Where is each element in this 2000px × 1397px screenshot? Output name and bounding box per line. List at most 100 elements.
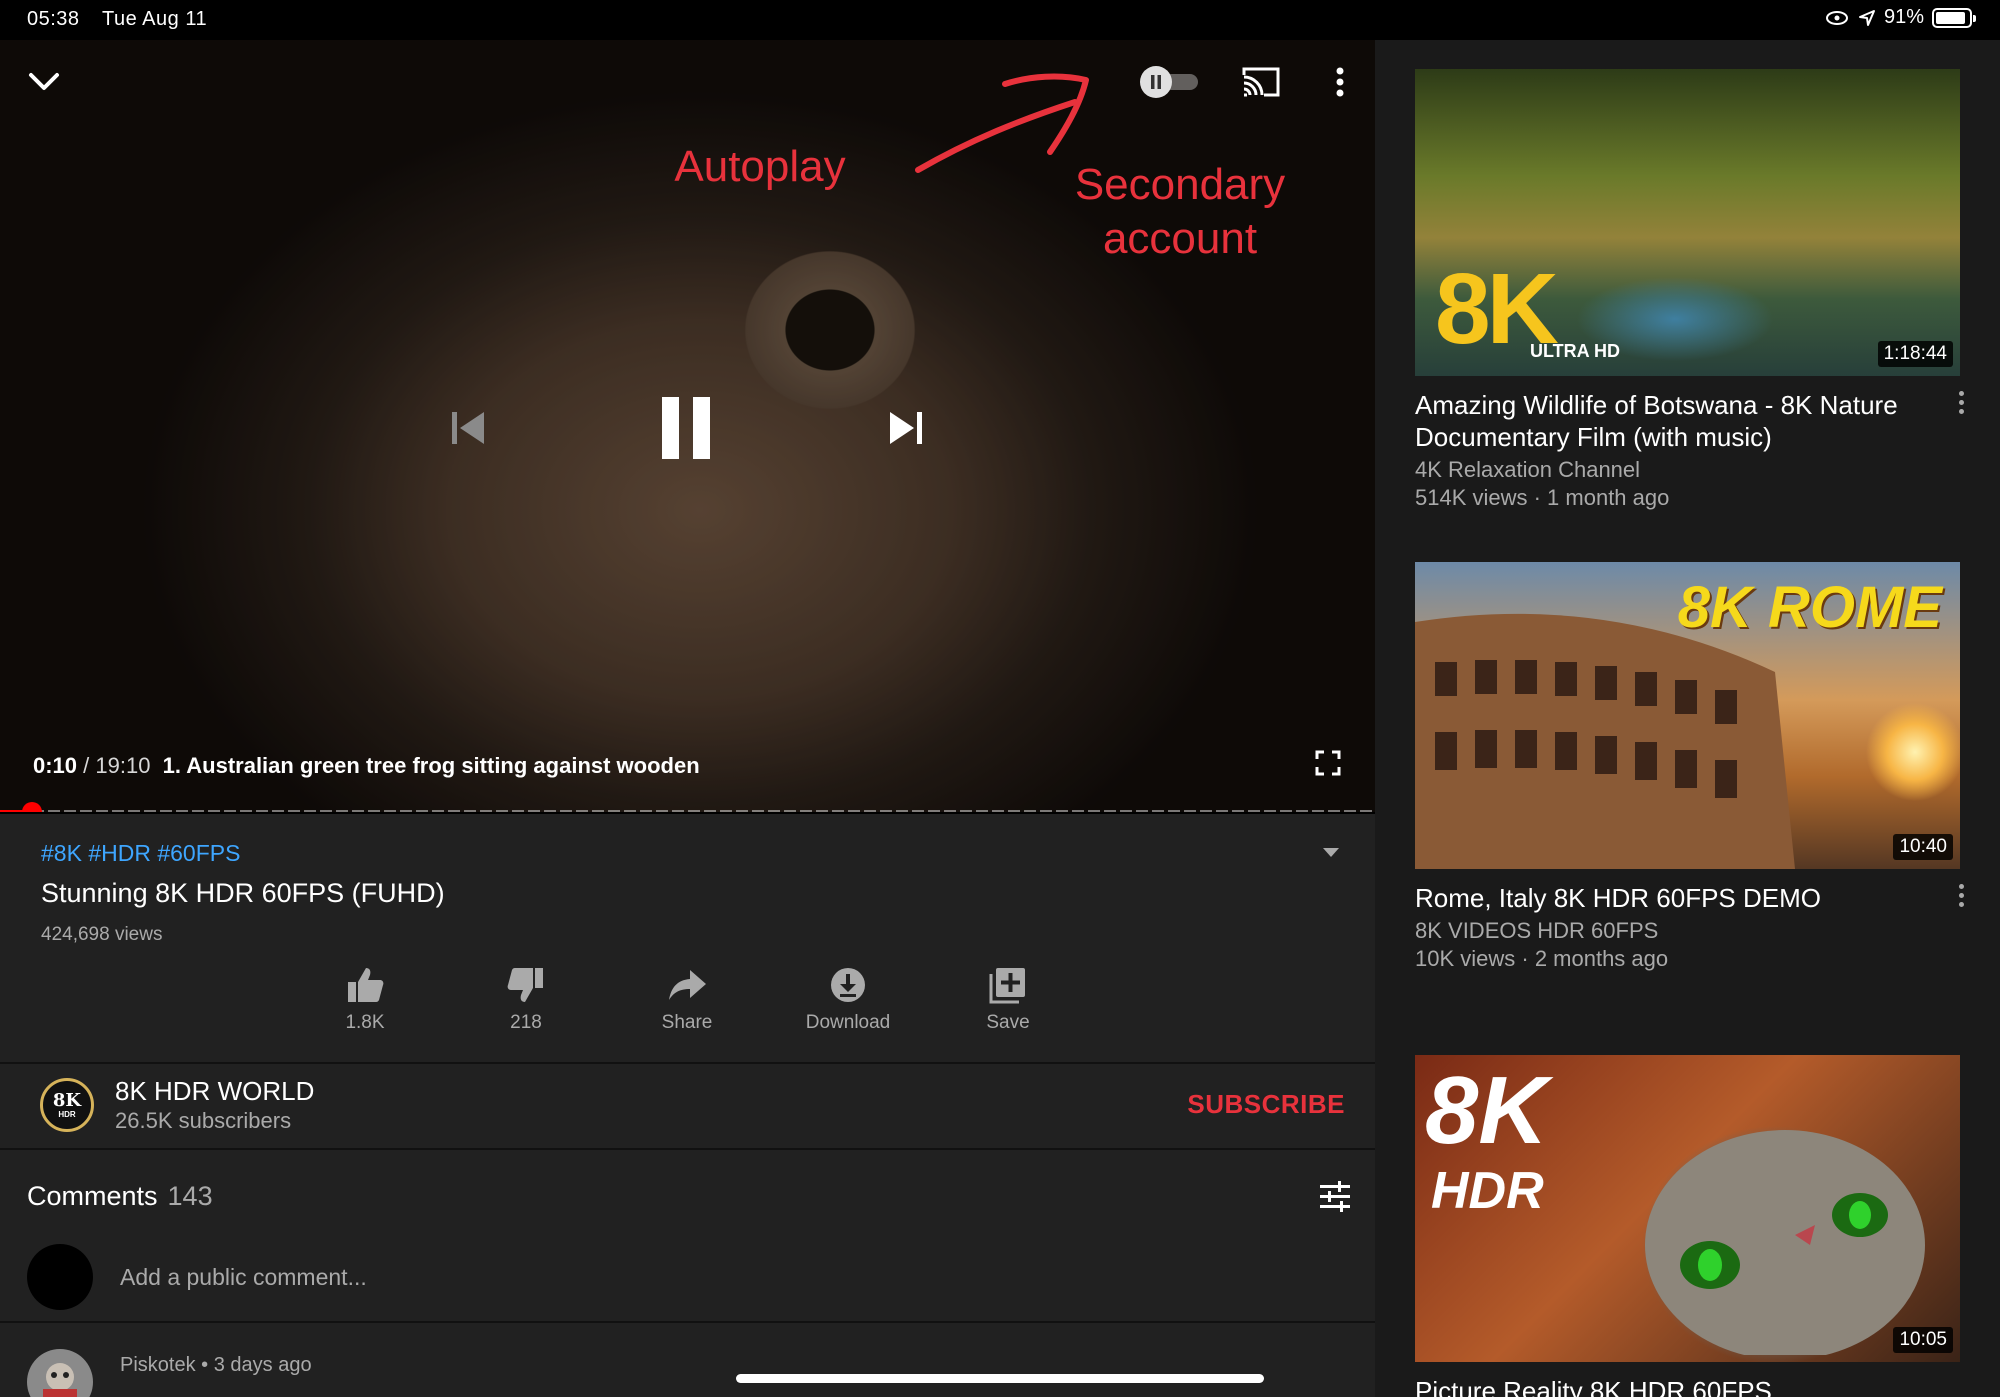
thumbnail-subtext: HDR — [1431, 1162, 1544, 1220]
pause-icon — [662, 397, 710, 459]
chevron-down-icon — [29, 73, 59, 90]
comment-time: 3 days ago — [213, 1354, 312, 1376]
thumbnail-text: 8K — [1425, 1057, 1548, 1164]
previous-icon — [452, 412, 484, 444]
recommendation-card[interactable]: 8K HDR 10:05 Picture Reality 8K HDR 60FP… — [1415, 1055, 1960, 1397]
status-time: 05:38 — [27, 8, 80, 30]
card-meta: 514K views · 1 month ago — [1415, 485, 1670, 510]
progress-bar[interactable] — [0, 802, 1375, 812]
comments-count: 143 — [167, 1181, 213, 1211]
colosseum-image — [1415, 613, 1795, 869]
time-separator: / — [83, 753, 90, 778]
card-channel[interactable]: 4K Relaxation Channel — [1415, 457, 1960, 483]
dislike-button[interactable]: 218 — [456, 964, 596, 1034]
share-button[interactable]: Share — [617, 964, 757, 1034]
download-icon — [831, 968, 865, 1002]
minimize-button[interactable] — [22, 62, 66, 102]
comments-label: Comments — [27, 1181, 158, 1211]
card-title[interactable]: Amazing Wildlife of Botswana - 8K Nature… — [1415, 389, 1915, 453]
save-button[interactable]: Save — [938, 964, 1078, 1034]
comment-meta: Piskotek • 3 days ago — [120, 1354, 312, 1377]
more-vert-icon — [1336, 67, 1344, 97]
cast-icon — [1242, 67, 1280, 97]
autoplay-toggle[interactable] — [1135, 62, 1203, 102]
thumbnail-text: 8K ROME — [1677, 575, 1942, 640]
like-button[interactable]: 1.8K — [295, 964, 435, 1034]
video-hashtags[interactable]: #8K #HDR #60FPS — [41, 840, 240, 867]
cast-button[interactable] — [1236, 62, 1286, 102]
dislike-count: 218 — [510, 1012, 542, 1033]
download-label: Download — [805, 1012, 891, 1033]
action-bar: 1.8K 218 Share Download Save — [0, 964, 1375, 1054]
subscribe-button[interactable]: SUBSCRIBE — [1187, 1089, 1345, 1120]
share-icon — [669, 970, 706, 1000]
screen-mirror-icon — [1825, 10, 1848, 25]
location-icon — [1858, 9, 1875, 26]
chapter-title[interactable]: 1. Australian green tree frog sitting ag… — [163, 753, 700, 778]
annotation-arrow — [915, 73, 1089, 173]
duration-badge: 10:05 — [1893, 1327, 1953, 1353]
channel-avatar[interactable]: 8K HDR — [40, 1078, 94, 1132]
commenter-avatar[interactable] — [27, 1349, 93, 1397]
status-indicators: 91% — [1824, 6, 1976, 29]
comments-header[interactable]: Comments 143 — [27, 1181, 213, 1212]
card-channel[interactable]: 8K VIDEOS HDR 60FPS — [1415, 918, 1960, 944]
app-root: 05:38 Tue Aug 11 91% Autoplay Secondary … — [0, 0, 2000, 1397]
previous-button[interactable] — [438, 398, 498, 458]
home-indicator[interactable] — [736, 1374, 1264, 1383]
video-thumbnail[interactable]: 8K ULTRA HD 1:18:44 — [1415, 69, 1960, 376]
next-button[interactable] — [876, 398, 936, 458]
divider — [0, 1148, 1375, 1150]
add-to-playlist-icon — [989, 968, 1025, 1004]
player-time-label: 0:10 / 19:10 1. Australian green tree fr… — [33, 753, 700, 779]
download-button[interactable]: Download — [778, 964, 918, 1034]
like-count: 1.8K — [345, 1012, 385, 1033]
video-player[interactable]: Autoplay Secondary account 0:10 / 19:10 … — [0, 40, 1375, 812]
channel-logo-subtext: HDR — [58, 1109, 76, 1119]
video-title: Stunning 8K HDR 60FPS (FUHD) — [41, 878, 445, 908]
status-bar: 05:38 Tue Aug 11 91% — [0, 0, 2000, 40]
more-options-button[interactable] — [1322, 62, 1358, 102]
divider — [0, 1062, 1375, 1064]
thumbs-up-icon — [348, 968, 384, 1002]
card-title[interactable]: Picture Reality 8K HDR 60FPS — [1415, 1375, 1915, 1397]
fullscreen-icon — [1315, 750, 1341, 776]
thumbs-down-icon — [507, 968, 543, 1002]
comment-input[interactable] — [120, 1264, 820, 1291]
video-thumbnail[interactable]: 8K ROME 10:40 — [1415, 562, 1960, 869]
play-pause-button[interactable] — [648, 386, 724, 470]
channel-subscribers: 26.5K subscribers — [115, 1108, 292, 1133]
battery-percent: 91% — [1883, 6, 1924, 28]
comment-author[interactable]: Piskotek — [120, 1354, 196, 1376]
channel-name[interactable]: 8K HDR WORLD — [115, 1076, 314, 1107]
meta-dot: • — [201, 1354, 214, 1376]
duration-badge: 1:18:44 — [1877, 341, 1953, 367]
video-details: #8K #HDR #60FPS Stunning 8K HDR 60FPS (F… — [0, 814, 1375, 1397]
video-thumbnail[interactable]: 8K HDR 10:05 — [1415, 1055, 1960, 1362]
autoplay-toggle-icon — [1140, 66, 1198, 98]
save-label: Save — [986, 1012, 1030, 1033]
status-date: Tue Aug 11 — [102, 8, 208, 30]
sort-comments-icon[interactable] — [1318, 1180, 1352, 1214]
thumbnail-subtext: ULTRA HD — [1530, 341, 1620, 361]
commenter-avatar-image — [43, 1363, 77, 1397]
current-time: 0:10 — [33, 753, 78, 778]
share-label: Share — [661, 1012, 713, 1033]
divider — [0, 1321, 1375, 1323]
recommendation-card[interactable]: 8K ROME 10:40 Rome, Italy 8K HDR 60FPS D… — [1415, 562, 1964, 972]
battery-icon — [1932, 7, 1976, 28]
cat-image — [1645, 1130, 1925, 1355]
video-duration: 19:10 — [95, 753, 151, 778]
channel-logo-text: 8K — [52, 1089, 82, 1111]
card-meta: 10K views · 2 months ago — [1415, 946, 1669, 971]
more-vert-icon[interactable] — [1956, 884, 1966, 907]
recommendation-card[interactable]: 8K ULTRA HD 1:18:44 Amazing Wildlife of … — [1415, 69, 1964, 511]
recommendations-sidebar: 8K ULTRA HD 1:18:44 Amazing Wildlife of … — [1375, 40, 2000, 1397]
next-icon — [890, 412, 922, 444]
card-title[interactable]: Rome, Italy 8K HDR 60FPS DEMO — [1415, 882, 1915, 914]
video-views: 424,698 views — [41, 924, 163, 945]
autoplay-annotation: Autoplay — [674, 142, 846, 191]
fullscreen-button[interactable] — [1310, 745, 1346, 781]
more-vert-icon[interactable] — [1956, 391, 1966, 414]
expand-description-icon[interactable] — [1323, 848, 1339, 857]
